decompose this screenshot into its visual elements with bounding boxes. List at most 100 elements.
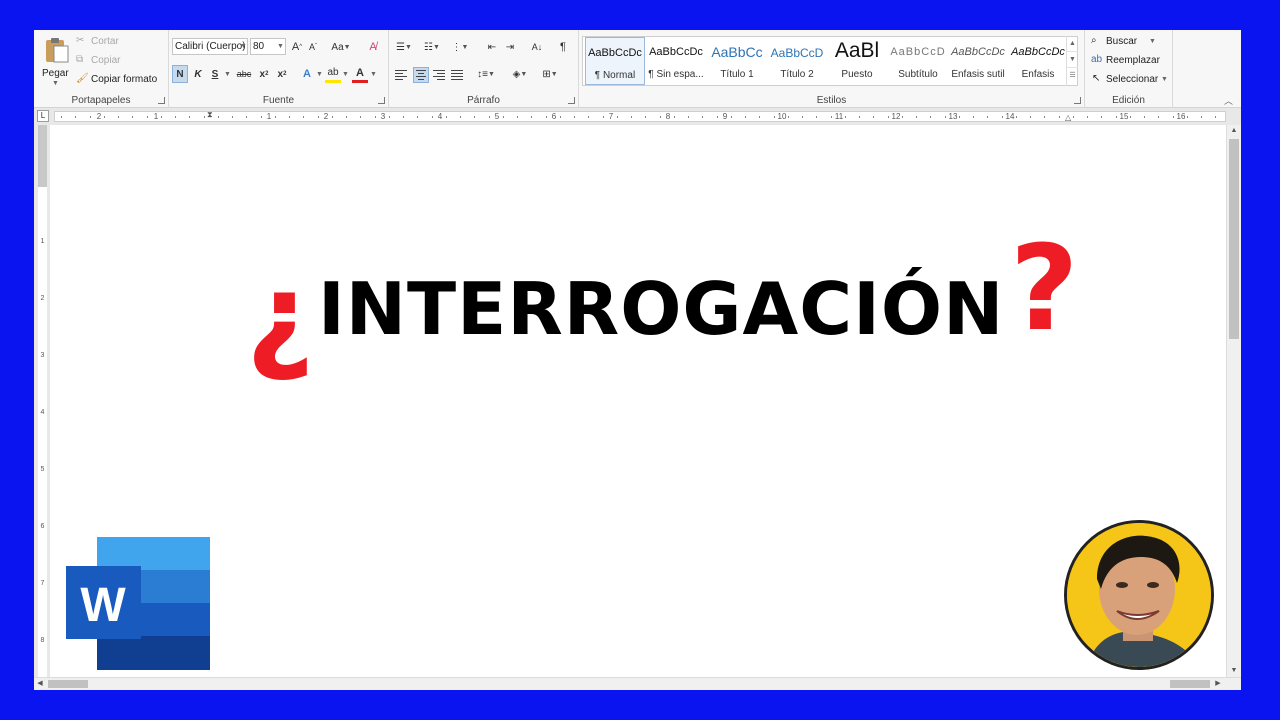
scroll-right-icon[interactable]: ▶ (1212, 678, 1224, 690)
font-launcher-icon[interactable] (378, 97, 385, 104)
font-family-caret[interactable]: ▼ (240, 43, 247, 50)
ruler-number: 6 (551, 112, 557, 121)
paste-button[interactable]: Pegar ▼ (38, 34, 74, 90)
right-indent-marker[interactable]: △ (1065, 113, 1071, 122)
collapse-ribbon-icon[interactable]: ︿ (1224, 94, 1233, 107)
style-title[interactable]: AaBl Puesto (827, 37, 887, 85)
ruler-tick (75, 116, 77, 118)
style-subtle-emphasis[interactable]: AaBbCcDc Énfasis sutil (948, 37, 1008, 85)
vruler-number: 6 (40, 523, 45, 530)
format-painter-button[interactable]: 🖌 Copiar formato (76, 72, 168, 88)
gallery-down-icon[interactable]: ▼ (1067, 52, 1078, 68)
align-left-icon[interactable] (395, 70, 407, 80)
copy-button[interactable]: ⧉ Copiar (76, 53, 164, 69)
show-marks-icon[interactable]: ¶ (555, 38, 571, 56)
ruler-tick (217, 116, 219, 118)
tab-selector[interactable]: L (37, 110, 49, 122)
ruler-tick (930, 116, 932, 118)
scroll-left-icon[interactable]: ◀ (34, 678, 46, 690)
document-page[interactable]: ¿ INTERROGACIÓN ? (50, 125, 1226, 677)
horizontal-scroll-thumb[interactable] (48, 680, 88, 688)
styles-group-label: Estilos (816, 95, 847, 106)
highlight-icon[interactable]: ab (325, 65, 341, 83)
align-center-icon[interactable] (413, 67, 429, 83)
first-line-indent-marker[interactable]: ⧗ (207, 110, 213, 120)
ruler-tick (944, 116, 946, 118)
line-spacing-icon[interactable]: ↕≡ ▼ (475, 65, 497, 83)
style-emphasis[interactable]: AaBbCcDc Énfasis (1008, 37, 1068, 85)
ruler-tick (787, 116, 789, 118)
gallery-more-icon[interactable]: ☰ (1067, 68, 1078, 84)
highlight-caret[interactable]: ▼ (342, 71, 349, 78)
justify-icon[interactable] (451, 70, 463, 80)
ruler-tick (132, 116, 134, 118)
clear-format-icon[interactable]: A̸ (365, 38, 381, 56)
font-color-icon[interactable]: A (352, 65, 368, 83)
text-effects-icon[interactable]: A (299, 65, 315, 83)
ruler-tick (260, 116, 262, 118)
underline-caret[interactable]: ▼ (224, 71, 231, 78)
scroll-down-icon[interactable]: ▼ (1227, 665, 1241, 677)
word-logo-icon: W (66, 537, 212, 670)
underline-button[interactable]: S (207, 65, 223, 83)
numbering-icon[interactable]: ☷ ▼ (421, 38, 443, 56)
ruler-tick (730, 116, 732, 118)
vertical-scroll-thumb[interactable] (1229, 139, 1239, 339)
text-effects-caret[interactable]: ▼ (316, 71, 323, 78)
change-case-button[interactable]: Aa ▼ (329, 38, 353, 56)
align-right-icon[interactable] (433, 70, 445, 80)
ruler-tick (317, 116, 319, 118)
find-button[interactable]: ⌕ Buscar ▼ (1091, 34, 1171, 50)
ruler-number: 16 (1176, 112, 1186, 121)
ruler-tick (531, 116, 533, 118)
horizontal-scrollbar[interactable]: ◀ ▶ (34, 677, 1241, 690)
style-name: Subtítulo (898, 69, 938, 80)
increase-indent-icon[interactable]: ⇥ (502, 38, 518, 56)
gallery-up-icon[interactable]: ▲ (1067, 36, 1078, 52)
shading-icon[interactable]: ◈ ▼ (509, 65, 531, 83)
paste-caret[interactable]: ▼ (52, 80, 59, 87)
style-no-spacing[interactable]: AaBbCcDc ¶ Sin espa... (646, 37, 706, 85)
style-heading-1[interactable]: AaBbCc Título 1 (707, 37, 767, 85)
borders-icon[interactable]: ⊞ ▼ (539, 65, 561, 83)
vruler-number: 5 (40, 466, 45, 473)
style-preview: AaBbCcDc (649, 46, 703, 58)
italic-button[interactable]: K (190, 65, 206, 83)
style-normal[interactable]: AaBbCcDc ¶ Normal (585, 37, 645, 85)
scroll-up-icon[interactable]: ▲ (1227, 125, 1241, 137)
style-subtitle[interactable]: AaBbCcD Subtítulo (888, 37, 948, 85)
clipboard-launcher-icon[interactable] (158, 97, 165, 104)
font-color-caret[interactable]: ▼ (370, 71, 377, 78)
ruler-tick (1001, 116, 1003, 118)
cut-button[interactable]: ✂ Cortar (76, 34, 164, 50)
ruler-tick (574, 116, 575, 118)
ruler-number: 14 (1005, 112, 1015, 121)
select-caret[interactable]: ▼ (1161, 76, 1168, 83)
font-group: Calibri (Cuerpo) ▼ 80 ▼ A ^ Aˇ Aa ▼ A̸ N K… (169, 30, 389, 108)
font-size-caret[interactable]: ▼ (277, 43, 284, 50)
grow-font-button[interactable]: A ^ (290, 38, 304, 56)
superscript-button[interactable]: x2 (274, 65, 290, 83)
styles-launcher-icon[interactable] (1074, 97, 1081, 104)
paragraph-launcher-icon[interactable] (568, 97, 575, 104)
replace-button[interactable]: ab Reemplazar (1091, 53, 1171, 69)
bullets-icon[interactable]: ☰ ▼ (393, 38, 415, 56)
style-heading-2[interactable]: AaBbCcD Título 2 (767, 37, 827, 85)
vertical-scrollbar[interactable]: ▲ ▼ (1226, 125, 1241, 677)
select-button[interactable]: ↖ Seleccionar ▼ (1091, 72, 1171, 88)
find-caret[interactable]: ▼ (1149, 38, 1156, 45)
shrink-font-button[interactable]: Aˇ (306, 38, 320, 56)
ruler-tick (830, 116, 832, 118)
subscript-button[interactable]: x2 (256, 65, 272, 83)
horizontal-scroll-track-end (1170, 680, 1210, 688)
sort-icon[interactable]: A↓ (529, 38, 545, 56)
decrease-indent-icon[interactable]: ⇤ (484, 38, 500, 56)
ruler-tick (89, 116, 91, 118)
strikethrough-button[interactable]: abc (234, 65, 254, 83)
ruler-tick (403, 116, 404, 118)
ruler-tick (759, 116, 761, 118)
multilevel-list-icon[interactable]: ⋮ ▼ (449, 38, 471, 56)
font-family-select[interactable]: Calibri (Cuerpo) (172, 38, 248, 55)
bold-button[interactable]: N (172, 65, 188, 83)
document-headline[interactable]: ¿ INTERROGACIÓN ? (240, 229, 1100, 375)
